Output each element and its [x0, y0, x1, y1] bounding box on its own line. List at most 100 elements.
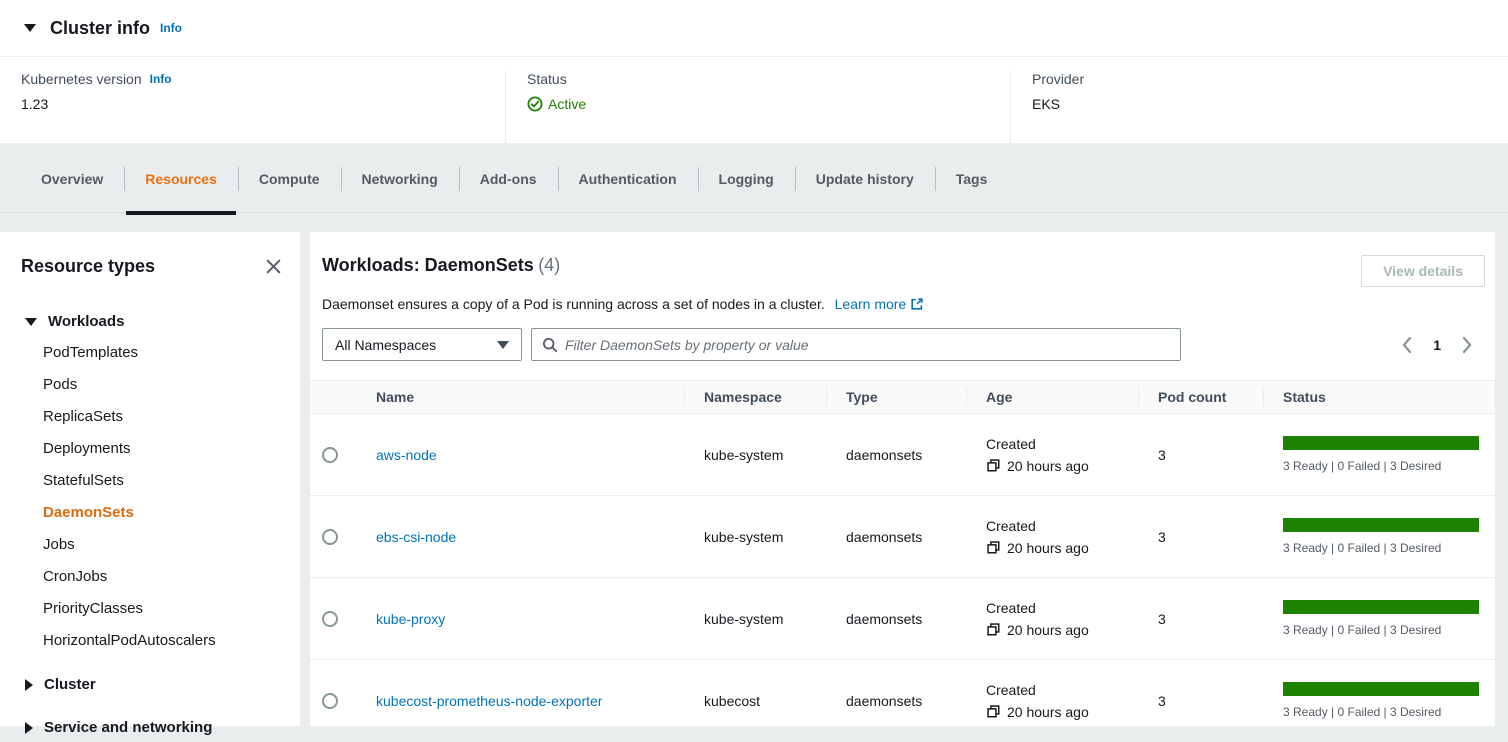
- tab-add-ons[interactable]: Add-ons: [459, 145, 558, 213]
- tab-update-history[interactable]: Update history: [795, 145, 935, 213]
- cluster-info-card: Cluster info Info Kubernetes version Inf…: [0, 0, 1508, 143]
- status-value: Active: [548, 96, 586, 112]
- sidebar-item-jobs[interactable]: Jobs: [0, 528, 300, 560]
- row-radio-button[interactable]: [322, 611, 338, 627]
- pod-count-cell: 3: [1138, 414, 1263, 495]
- sidebar-title: Resource types: [21, 256, 155, 277]
- namespace-cell: kubecost: [684, 660, 826, 741]
- column-header-namespace[interactable]: Namespace: [684, 381, 826, 413]
- copy-icon[interactable]: [986, 458, 1001, 473]
- age-value: 20 hours ago: [1007, 458, 1089, 474]
- row-radio-button[interactable]: [322, 529, 338, 545]
- type-cell: daemonsets: [826, 578, 966, 659]
- row-radio-button[interactable]: [322, 447, 338, 463]
- previous-page-button[interactable]: [1401, 336, 1413, 354]
- collapse-triangle-icon[interactable]: [24, 24, 36, 32]
- column-header-status[interactable]: Status: [1263, 381, 1495, 413]
- daemonset-name-link[interactable]: kube-proxy: [376, 611, 445, 627]
- table-row: kube-proxy kube-system daemonsets Create…: [310, 578, 1495, 660]
- sidebar-item-cronjobs[interactable]: CronJobs: [0, 560, 300, 592]
- sidebar-item-priorityclasses[interactable]: PriorityClasses: [0, 592, 300, 624]
- tab-logging[interactable]: Logging: [698, 145, 795, 213]
- status-active-check-icon: [527, 96, 543, 112]
- kubernetes-version-field: Kubernetes version Info 1.23: [0, 71, 505, 143]
- provider-label: Provider: [1032, 71, 1084, 87]
- daemonset-name-link[interactable]: aws-node: [376, 447, 437, 463]
- provider-value: EKS: [1032, 96, 1508, 112]
- daemonset-search-box[interactable]: [531, 328, 1181, 361]
- tab-label: Logging: [719, 171, 774, 187]
- cluster-info-header: Cluster info Info: [0, 0, 1508, 57]
- copy-icon[interactable]: [986, 704, 1001, 719]
- sidebar-group-service-and-networking[interactable]: Service and networking: [0, 713, 300, 742]
- status-text: 3 Ready | 0 Failed | 3 Desired: [1283, 623, 1441, 637]
- tab-networking[interactable]: Networking: [341, 145, 459, 213]
- tab-bar: Overview Resources Compute Networking Ad…: [0, 145, 1508, 213]
- kubernetes-version-value: 1.23: [21, 96, 505, 112]
- age-cell: Created 20 hours ago: [966, 496, 1138, 577]
- chevron-down-icon: [497, 341, 509, 349]
- panel-count: (4): [538, 255, 560, 275]
- status-cell: 3 Ready | 0 Failed | 3 Desired: [1263, 414, 1495, 495]
- tab-resources[interactable]: Resources: [124, 145, 238, 213]
- tab-tags[interactable]: Tags: [935, 145, 1009, 213]
- table-header-row: NameNamespaceTypeAgePod countStatus: [310, 380, 1495, 414]
- column-header-type[interactable]: Type: [826, 381, 966, 413]
- cluster-info-title: Cluster info: [50, 18, 150, 39]
- sidebar-group-label: Service and networking: [44, 719, 212, 736]
- tab-authentication[interactable]: Authentication: [558, 145, 698, 213]
- cluster-info-body: Kubernetes version Info 1.23 Status Acti…: [0, 57, 1508, 143]
- view-details-button[interactable]: View details: [1361, 255, 1485, 287]
- namespace-cell: kube-system: [684, 496, 826, 577]
- namespace-filter-select[interactable]: All Namespaces: [322, 328, 522, 361]
- namespace-filter-value: All Namespaces: [335, 337, 436, 353]
- provider-field: Provider EKS: [1010, 71, 1508, 143]
- sidebar-item-daemonsets[interactable]: DaemonSets: [0, 496, 300, 528]
- pagination: 1: [1401, 336, 1473, 354]
- copy-icon[interactable]: [986, 540, 1001, 555]
- cluster-info-info-link[interactable]: Info: [160, 21, 182, 35]
- next-page-button[interactable]: [1461, 336, 1473, 354]
- sidebar-item-deployments[interactable]: Deployments: [0, 432, 300, 464]
- table-row: aws-node kube-system daemonsets Created …: [310, 414, 1495, 496]
- panel-title-block: Workloads: DaemonSets (4): [322, 255, 560, 276]
- close-icon[interactable]: [264, 258, 282, 276]
- tab-label: Networking: [362, 171, 438, 187]
- learn-more-link[interactable]: Learn more: [835, 296, 925, 312]
- search-input[interactable]: [565, 337, 1170, 353]
- pod-count-cell: 3: [1138, 496, 1263, 577]
- daemonset-name-link[interactable]: ebs-csi-node: [376, 529, 456, 545]
- sidebar-item-podtemplates[interactable]: PodTemplates: [0, 336, 300, 368]
- sidebar-item-replicasets[interactable]: ReplicaSets: [0, 400, 300, 432]
- right-edge-gutter: [1495, 232, 1508, 726]
- tab-overview[interactable]: Overview: [20, 145, 124, 213]
- status-cell: 3 Ready | 0 Failed | 3 Desired: [1263, 578, 1495, 659]
- tab-label: Add-ons: [480, 171, 537, 187]
- current-page-number[interactable]: 1: [1433, 337, 1441, 353]
- sidebar-item-pods[interactable]: Pods: [0, 368, 300, 400]
- row-radio-button[interactable]: [322, 693, 338, 709]
- namespace-cell: kube-system: [684, 414, 826, 495]
- copy-icon[interactable]: [986, 622, 1001, 637]
- triangle-right-icon: [25, 722, 33, 734]
- sidebar-group-workloads[interactable]: Workloads: [0, 307, 300, 336]
- status-progress-bar: [1283, 600, 1479, 614]
- column-header-name[interactable]: Name: [356, 381, 684, 413]
- age-value: 20 hours ago: [1007, 540, 1089, 556]
- external-link-icon: [910, 297, 924, 311]
- type-cell: daemonsets: [826, 414, 966, 495]
- column-header-pod-count[interactable]: Pod count: [1138, 381, 1263, 413]
- sidebar-group-cluster[interactable]: Cluster: [0, 670, 300, 699]
- column-header-age[interactable]: Age: [966, 381, 1138, 413]
- age-value: 20 hours ago: [1007, 704, 1089, 720]
- sidebar-item-statefulsets[interactable]: StatefulSets: [0, 464, 300, 496]
- daemonset-name-link[interactable]: kubecost-prometheus-node-exporter: [376, 693, 602, 709]
- tab-compute[interactable]: Compute: [238, 145, 341, 213]
- kubernetes-version-info-link[interactable]: Info: [150, 72, 172, 86]
- tab-label: Tags: [956, 171, 988, 187]
- daemonsets-panel: Workloads: DaemonSets (4) View details D…: [310, 232, 1495, 726]
- sidebar-item-horizontalpodautoscalers[interactable]: HorizontalPodAutoscalers: [0, 624, 300, 656]
- status-cell: 3 Ready | 0 Failed | 3 Desired: [1263, 660, 1495, 741]
- sidebar-group-label: Workloads: [48, 313, 124, 330]
- status-progress-bar: [1283, 682, 1479, 696]
